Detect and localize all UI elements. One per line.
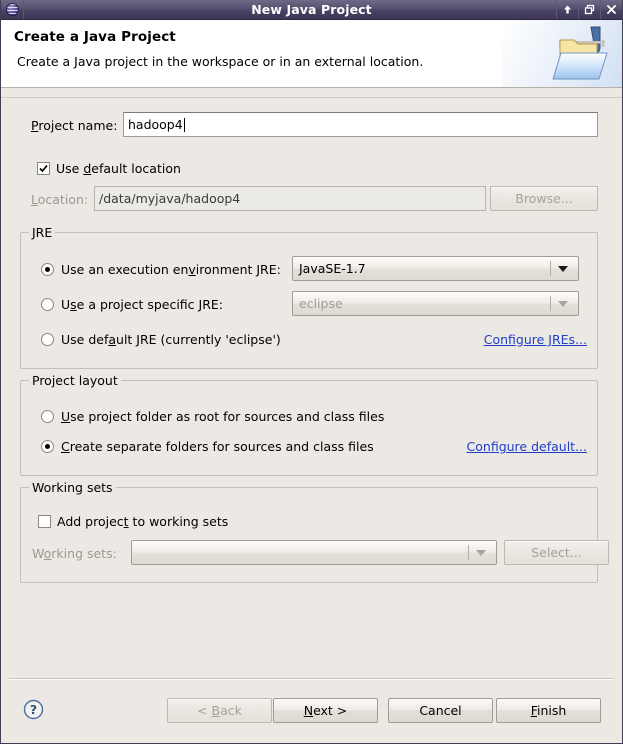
working-sets-combo[interactable]	[131, 540, 497, 565]
select-working-sets-button[interactable]: Select...	[504, 540, 609, 565]
cancel-button[interactable]: Cancel	[388, 698, 493, 723]
radio-project-specific-jre-label: Use a project specific JRE:	[61, 297, 223, 312]
dialog-footer: ? < Back Next > Cancel Finish	[1, 680, 622, 742]
dialog-header: Create a Java Project Create a Java proj…	[1, 20, 622, 88]
back-button-label: < Back	[197, 703, 242, 718]
radio-use-project-folder-as-root[interactable]: Use project folder as root for sources a…	[41, 409, 384, 424]
radio-execution-environment-jre-label: Use an execution environment JRE:	[61, 262, 281, 277]
eclipse-globe-icon[interactable]	[1, 0, 24, 19]
project-layout-group: Project layout Use project folder as roo…	[20, 380, 598, 476]
restore-icon[interactable]	[578, 0, 600, 19]
title-bar[interactable]: New Java Project	[1, 0, 622, 20]
project-specific-jre-value: eclipse	[299, 296, 343, 311]
radio-default-jre-label: Use default JRE (currently 'eclipse')	[61, 332, 281, 347]
configure-default-link[interactable]: Configure default...	[467, 439, 587, 454]
java-project-folder-icon	[550, 23, 614, 85]
use-default-location-label: Use default location	[56, 161, 181, 176]
radio-unselected-icon	[41, 298, 54, 311]
execution-environment-value: JavaSE-1.7	[299, 261, 366, 276]
project-name-value: hadoop4	[128, 117, 183, 132]
window-title: New Java Project	[1, 2, 622, 17]
checkbox-unchecked-icon	[38, 515, 51, 528]
location-row: Location:	[31, 192, 88, 207]
next-button[interactable]: Next >	[273, 698, 378, 723]
radio-use-project-folder-as-root-label: Use project folder as root for sources a…	[61, 409, 384, 424]
dialog-body: Project name: hadoop4 Use default locati…	[1, 98, 622, 684]
radio-create-separate-folders[interactable]: Create separate folders for sources and …	[41, 439, 374, 454]
location-input[interactable]: /data/myjava/hadoop4	[94, 186, 486, 211]
radio-execution-environment-jre[interactable]: Use an execution environment JRE:	[41, 262, 281, 277]
chevron-down-icon[interactable]	[548, 292, 578, 315]
working-sets-label: Working sets:	[32, 546, 117, 561]
back-button[interactable]: < Back	[167, 698, 272, 723]
checkbox-checked-icon	[37, 162, 50, 175]
svg-text:?: ?	[30, 702, 37, 717]
cancel-button-label: Cancel	[419, 703, 461, 718]
project-layout-group-title: Project layout	[29, 373, 121, 388]
next-button-label: Next >	[304, 703, 348, 718]
browse-button[interactable]: Browse...	[490, 186, 598, 211]
radio-selected-icon	[41, 440, 54, 453]
finish-button-label: Finish	[531, 703, 567, 718]
radio-project-specific-jre[interactable]: Use a project specific JRE:	[41, 297, 223, 312]
finish-button[interactable]: Finish	[496, 698, 601, 723]
radio-unselected-icon	[41, 410, 54, 423]
help-question-icon[interactable]: ?	[23, 699, 44, 720]
chevron-down-icon[interactable]	[548, 257, 578, 280]
project-name-row: Project name:	[31, 118, 117, 133]
radio-selected-icon	[41, 263, 54, 276]
radio-create-separate-folders-label: Create separate folders for sources and …	[61, 439, 374, 454]
working-sets-group-title: Working sets	[29, 480, 116, 495]
execution-environment-combo[interactable]: JavaSE-1.7	[292, 256, 579, 281]
chevron-down-icon[interactable]	[466, 541, 496, 564]
location-label: Location:	[31, 192, 88, 207]
add-project-to-working-sets-label: Add project to working sets	[57, 514, 228, 529]
header-separator	[1, 88, 622, 98]
working-sets-row: Working sets:	[32, 546, 117, 561]
jre-group: JRE Use an execution environment JRE: Ja…	[20, 232, 598, 369]
close-icon[interactable]	[600, 0, 622, 19]
project-name-input[interactable]: hadoop4	[123, 112, 598, 137]
location-value: /data/myjava/hadoop4	[99, 191, 240, 206]
use-default-location-checkbox[interactable]: Use default location	[37, 161, 181, 176]
radio-unselected-icon	[41, 333, 54, 346]
project-name-label: Project name:	[31, 118, 117, 133]
radio-default-jre[interactable]: Use default JRE (currently 'eclipse')	[41, 332, 281, 347]
new-java-project-dialog: New Java Project Create a Java	[0, 0, 623, 744]
project-specific-jre-combo[interactable]: eclipse	[292, 291, 579, 316]
text-caret	[184, 118, 185, 132]
jre-group-title: JRE	[29, 225, 55, 240]
up-arrow-icon[interactable]	[556, 0, 578, 19]
working-sets-group: Working sets Add project to working sets…	[20, 487, 598, 583]
configure-jres-link[interactable]: Configure JREs...	[484, 332, 587, 347]
add-project-to-working-sets-checkbox[interactable]: Add project to working sets	[38, 514, 228, 529]
window-controls	[556, 0, 622, 19]
